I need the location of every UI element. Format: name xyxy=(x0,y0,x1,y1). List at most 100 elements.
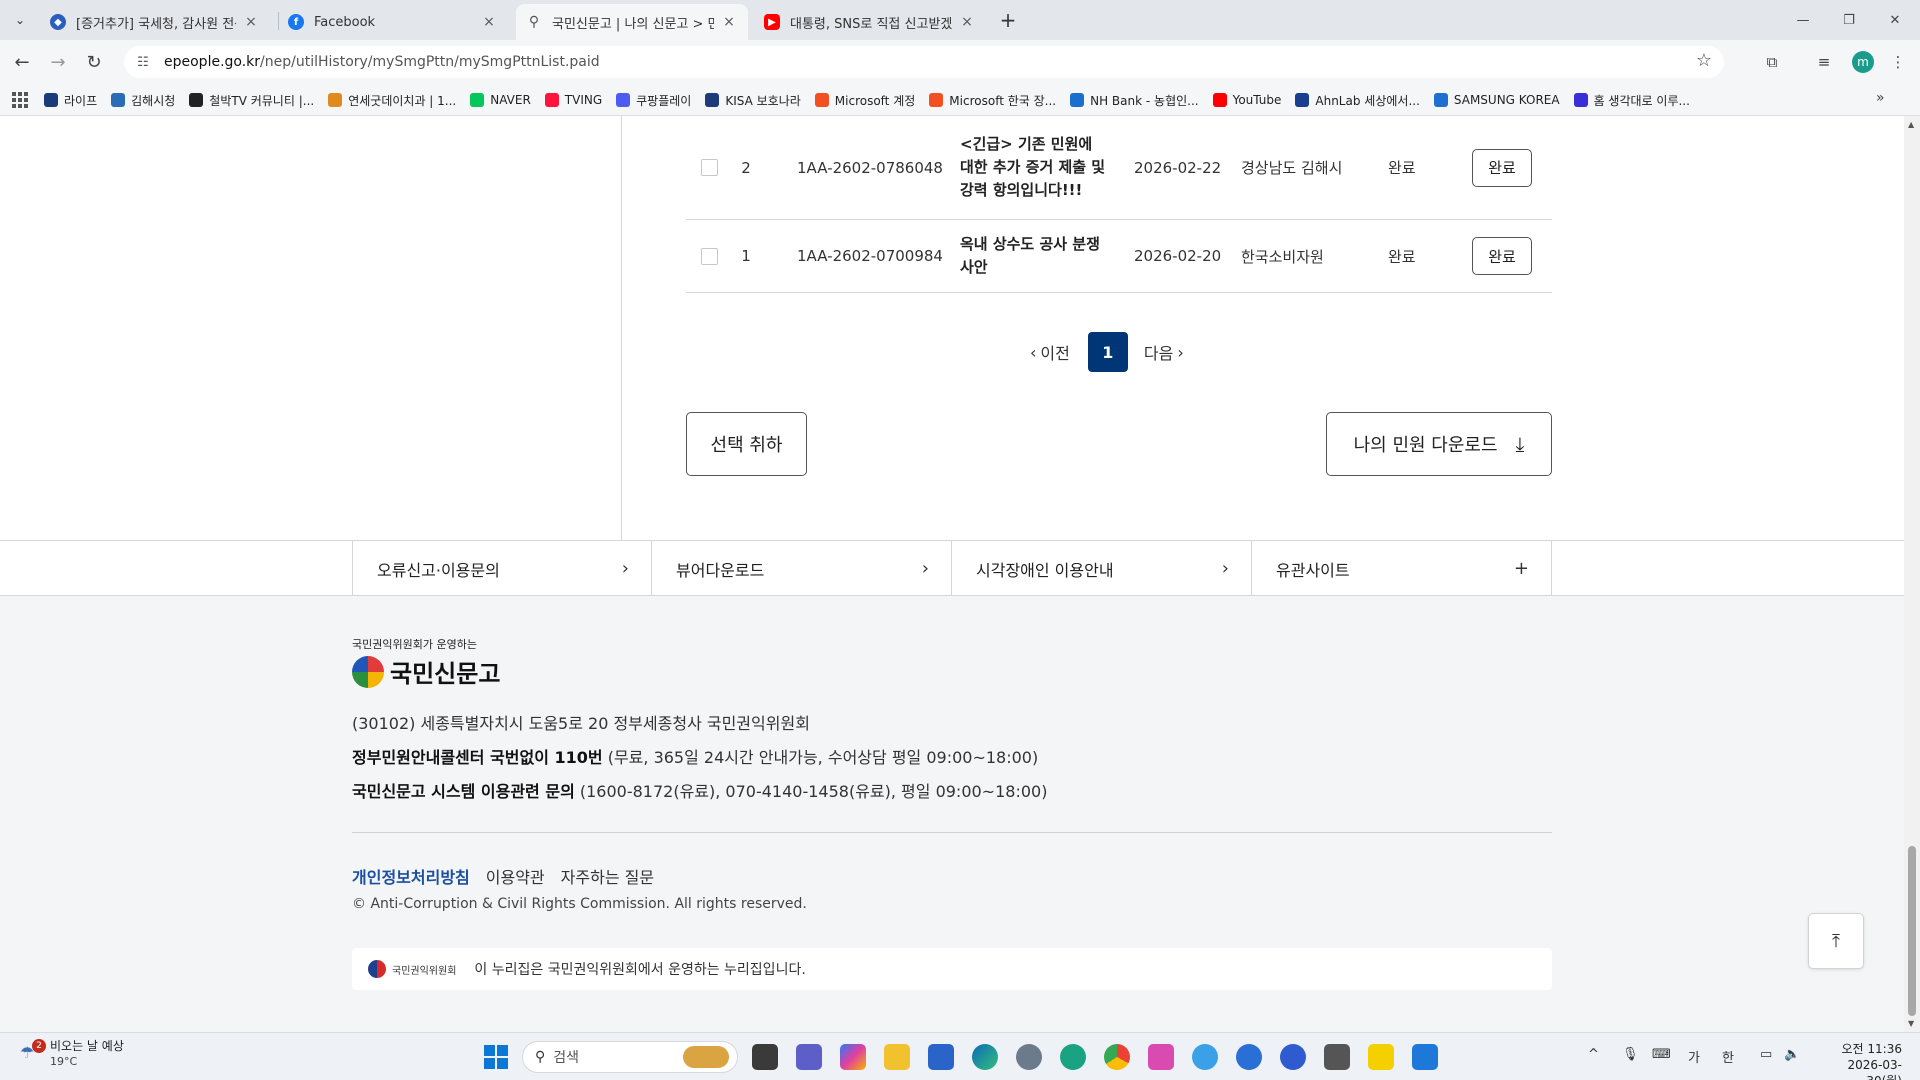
weather-widget[interactable]: ☂ 2 비오는 날 예상 19°C xyxy=(20,1039,124,1069)
url-text[interactable]: epeople.go.kr/nep/utilHistory/mySmgPttn/… xyxy=(164,54,600,70)
notification-badge: 2 xyxy=(32,1039,46,1053)
close-window-icon[interactable]: ✕ xyxy=(1872,0,1918,40)
restore-icon[interactable]: ❐ xyxy=(1826,0,1872,40)
bookmark-item[interactable]: YouTube xyxy=(1212,93,1281,107)
bookmark-item[interactable]: NAVER xyxy=(470,93,531,107)
government-emblem-icon xyxy=(368,960,386,978)
store-icon[interactable] xyxy=(928,1044,954,1070)
bookmarks-bar: 라이프 김해시청 철박TV 커뮤니티 |... 연세굿데이치과 | 1... NAVER… xyxy=(0,84,1920,116)
page-scrollbar[interactable]: ▲ ▼ xyxy=(1904,116,1920,1032)
util-link-accessibility[interactable]: 시각장애인 이용안내 › xyxy=(952,541,1252,596)
util-link-related-sites[interactable]: 유관사이트 + xyxy=(1252,541,1552,596)
keyboard-icon[interactable]: ⌨ xyxy=(1652,1047,1671,1062)
tab-search-chevron-icon[interactable]: ⌄ xyxy=(8,6,32,34)
app-icon[interactable] xyxy=(1192,1044,1218,1070)
tab-title: Facebook xyxy=(314,14,376,30)
bookmarks-overflow-icon[interactable]: » xyxy=(1876,90,1885,106)
row-subject-link[interactable]: <긴급> 기존 민원에 대한 추가 증거 제출 및 강력 항의입니다!!! xyxy=(960,133,1110,202)
site-info-icon[interactable]: ☷ xyxy=(132,55,154,70)
arrow-up-icon: ⤒ xyxy=(1832,930,1840,952)
teams-icon[interactable] xyxy=(796,1044,822,1070)
row-date: 2026-02-20 xyxy=(1134,247,1222,265)
privacy-policy-link[interactable]: 개인정보처리방침 xyxy=(352,864,470,888)
tab-facebook[interactable]: f Facebook × xyxy=(278,4,508,40)
bookmark-item[interactable]: KISA 보호나라 xyxy=(705,92,801,109)
bookmark-item[interactable]: 홈 생각대로 이루... xyxy=(1573,92,1690,109)
edge-icon[interactable] xyxy=(972,1044,998,1070)
extensions-icon[interactable]: ⧉ xyxy=(1760,50,1784,74)
sticky-notes-icon[interactable] xyxy=(1368,1044,1394,1070)
clock-app-icon[interactable] xyxy=(1324,1044,1350,1070)
microphone-icon[interactable]: 🎙 xyxy=(1622,1047,1639,1062)
complete-button[interactable]: 완료 xyxy=(1472,148,1532,187)
chevron-right-icon: › xyxy=(1221,558,1229,579)
ime-indicator[interactable]: 가 xyxy=(1688,1047,1700,1066)
system-clock[interactable]: 오전 11:36 2026-03-30(월) xyxy=(1820,1041,1902,1080)
bookmark-item[interactable]: TVING xyxy=(544,93,602,107)
scroll-up-icon[interactable]: ▲ xyxy=(1908,120,1914,129)
scrollbar-thumb[interactable] xyxy=(1908,846,1916,1016)
scroll-down-icon[interactable]: ▼ xyxy=(1908,1019,1914,1028)
bookmark-item[interactable]: 김해시청 xyxy=(111,92,175,109)
file-explorer-icon[interactable] xyxy=(884,1044,910,1070)
current-page-button[interactable]: 1 xyxy=(1087,332,1128,372)
bookmark-favicon-icon xyxy=(470,93,485,107)
tray-overflow-icon[interactable]: ^ xyxy=(1588,1047,1599,1062)
network-icon[interactable]: ▭ xyxy=(1760,1047,1772,1062)
bookmark-item[interactable]: 연세굿데이치과 | 1... xyxy=(328,92,456,109)
util-link-error-report[interactable]: 오류신고·이용문의 › xyxy=(352,541,652,596)
task-view-icon[interactable] xyxy=(752,1044,778,1070)
tab-close-icon[interactable]: × xyxy=(242,14,260,30)
tab-close-icon[interactable]: × xyxy=(958,14,976,30)
copilot-icon[interactable] xyxy=(840,1044,866,1070)
settings-gear-icon[interactable] xyxy=(1016,1044,1042,1070)
media-control-icon[interactable]: ≡ xyxy=(1812,50,1836,74)
app-icon[interactable] xyxy=(1280,1044,1306,1070)
minimize-icon[interactable]: — xyxy=(1780,0,1826,40)
row-checkbox[interactable] xyxy=(701,159,718,176)
back-icon[interactable]: ← xyxy=(8,48,36,76)
bookmark-item[interactable]: AhnLab 세상에서... xyxy=(1295,92,1420,109)
app-icon[interactable] xyxy=(1236,1044,1262,1070)
terms-link[interactable]: 이용약관 xyxy=(486,864,545,888)
new-tab-button[interactable]: + xyxy=(994,6,1022,34)
forward-icon[interactable]: → xyxy=(44,48,72,76)
apps-grid-icon[interactable] xyxy=(12,92,28,108)
download-button[interactable]: 나의 민원 다운로드 ⤓ xyxy=(1326,412,1552,476)
bookmark-item[interactable]: Microsoft 한국 장... xyxy=(929,92,1056,109)
address-bar[interactable]: ☷ epeople.go.kr/nep/utilHistory/mySmgPtt… xyxy=(124,46,1724,78)
tab-evidence[interactable]: ◆ [증거추가] 국세청, 감사원 전산 × xyxy=(40,4,270,40)
taskbar-search-box[interactable]: ⚲ 검색 xyxy=(522,1041,738,1073)
cancel-selection-button[interactable]: 선택 취하 xyxy=(686,412,807,476)
pagination: ‹ 이전 1 다음 › xyxy=(1030,332,1184,372)
menu-kebab-icon[interactable]: ⋮ xyxy=(1886,50,1910,74)
ime-mode[interactable]: 한 xyxy=(1722,1047,1734,1066)
faq-link[interactable]: 자주하는 질문 xyxy=(561,864,654,888)
next-page-button[interactable]: 다음 › xyxy=(1144,340,1184,364)
tab-close-icon[interactable]: × xyxy=(480,14,498,30)
row-subject-link[interactable]: 옥내 상수도 공사 분쟁 사안 xyxy=(960,233,1110,279)
calendar-icon[interactable] xyxy=(1412,1044,1438,1070)
row-checkbox[interactable] xyxy=(701,247,718,265)
volume-icon[interactable]: 🔈 xyxy=(1784,1047,1800,1062)
util-link-viewer-download[interactable]: 뷰어다운로드 › xyxy=(652,541,952,596)
windows-start-icon[interactable] xyxy=(484,1045,508,1069)
bookmark-item[interactable]: 라이프 xyxy=(44,92,97,109)
tab-close-icon[interactable]: × xyxy=(720,14,738,30)
bookmark-item[interactable]: 철박TV 커뮤니티 |... xyxy=(189,92,314,109)
bookmark-item[interactable]: NH Bank - 농협인... xyxy=(1070,92,1199,109)
complete-button[interactable]: 완료 xyxy=(1472,237,1532,275)
tab-youtube[interactable]: ▶ 대통령, SNS로 직접 신고받겠다 × xyxy=(754,4,986,40)
bookmark-star-icon[interactable]: ☆ xyxy=(1696,50,1712,71)
prev-page-button[interactable]: ‹ 이전 xyxy=(1030,340,1070,364)
profile-avatar[interactable]: m xyxy=(1852,51,1874,73)
chrome-icon[interactable] xyxy=(1104,1044,1130,1070)
bookmark-item[interactable]: Microsoft 계정 xyxy=(814,92,915,109)
bookmark-item[interactable]: 쿠팡플레이 xyxy=(616,92,691,109)
reload-icon[interactable]: ↻ xyxy=(80,48,108,76)
app-icon[interactable] xyxy=(1060,1044,1086,1070)
scroll-to-top-button[interactable]: ⤒ xyxy=(1808,913,1864,969)
bookmark-item[interactable]: SAMSUNG KOREA xyxy=(1433,93,1560,107)
tab-epeople[interactable]: ⚲ 국민신문고 | 나의 신문고 > 민 × xyxy=(516,4,748,40)
snipping-tool-icon[interactable] xyxy=(1148,1044,1174,1070)
